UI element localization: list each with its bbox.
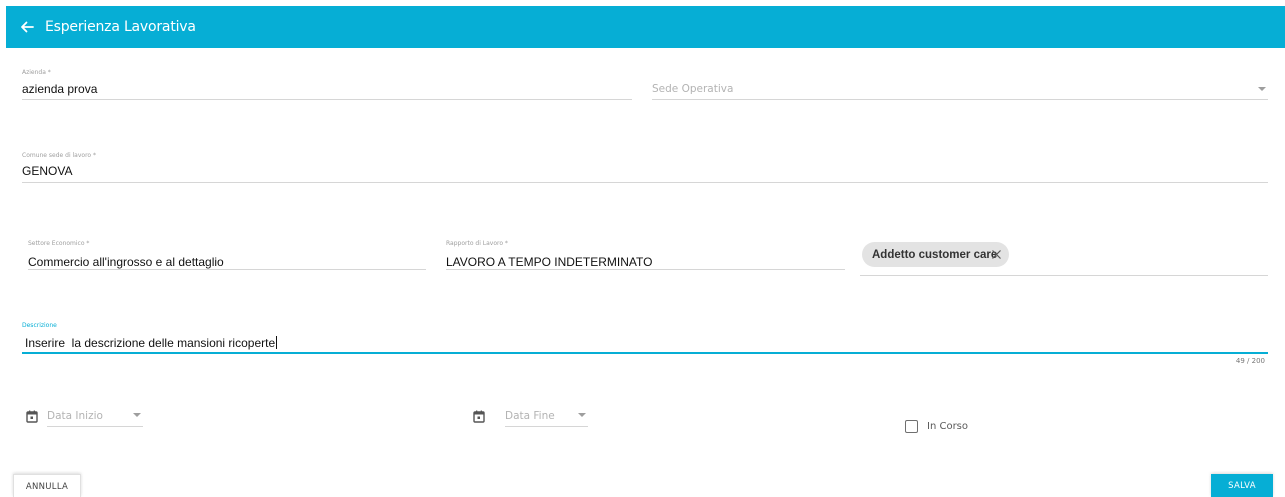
save-button-label: SALVA: [1228, 481, 1256, 491]
data-fine-underline: [505, 426, 588, 427]
cancel-button[interactable]: ANNULLA: [13, 474, 81, 497]
qualifica-underline: [860, 275, 1268, 276]
rapporto-underline: [446, 269, 845, 270]
chevron-down-icon: [133, 413, 141, 417]
data-inizio-placeholder: Data Inizio: [47, 410, 103, 422]
data-inizio-underline: [47, 426, 143, 427]
comune-label: Comune sede di lavoro *: [22, 152, 96, 159]
azienda-underline: [22, 99, 632, 100]
comune-underline: [22, 182, 1268, 183]
sede-operativa-placeholder: Sede Operativa: [652, 83, 734, 95]
settore-label: Settore Economico *: [28, 240, 90, 247]
descrizione-value: Inserire la descrizione delle mansioni r…: [25, 336, 276, 350]
rapporto-input[interactable]: LAVORO A TEMPO INDETERMINATO: [446, 255, 652, 269]
chip-label: Addetto customer care: [872, 249, 998, 261]
data-fine-placeholder: Data Fine: [505, 410, 555, 422]
calendar-icon[interactable]: [473, 410, 485, 423]
comune-input[interactable]: GENOVA: [22, 164, 72, 178]
cancel-button-label: ANNULLA: [25, 482, 69, 492]
close-icon[interactable]: [991, 249, 1002, 260]
azienda-input[interactable]: azienda prova: [22, 82, 97, 96]
qualifica-chip[interactable]: Addetto customer care: [862, 242, 1009, 267]
char-counter: 49 / 200: [1235, 357, 1265, 365]
settore-input[interactable]: Commercio all'ingrosso e al dettaglio: [28, 255, 224, 269]
page-title: Esperienza Lavorativa: [45, 19, 196, 35]
save-button[interactable]: SALVA: [1211, 474, 1273, 497]
in-corso-label: In Corso: [927, 421, 969, 432]
rapporto-label: Rapporto di Lavoro *: [446, 240, 508, 247]
azienda-label: Azienda *: [22, 69, 51, 76]
in-corso-checkbox[interactable]: [905, 420, 918, 433]
descrizione-label: Descrizione: [22, 322, 57, 329]
chevron-down-icon: [578, 413, 586, 417]
descrizione-underline: [22, 352, 1268, 354]
text-cursor: [276, 336, 278, 349]
descrizione-textarea[interactable]: Inserire la descrizione delle mansioni r…: [25, 336, 278, 350]
app-header: Esperienza Lavorativa: [6, 6, 1285, 48]
sede-operativa-underline: [652, 99, 1268, 100]
calendar-icon[interactable]: [26, 410, 38, 423]
settore-underline: [28, 269, 426, 270]
arrow-left-icon[interactable]: [18, 18, 36, 36]
chevron-down-icon: [1258, 87, 1266, 91]
